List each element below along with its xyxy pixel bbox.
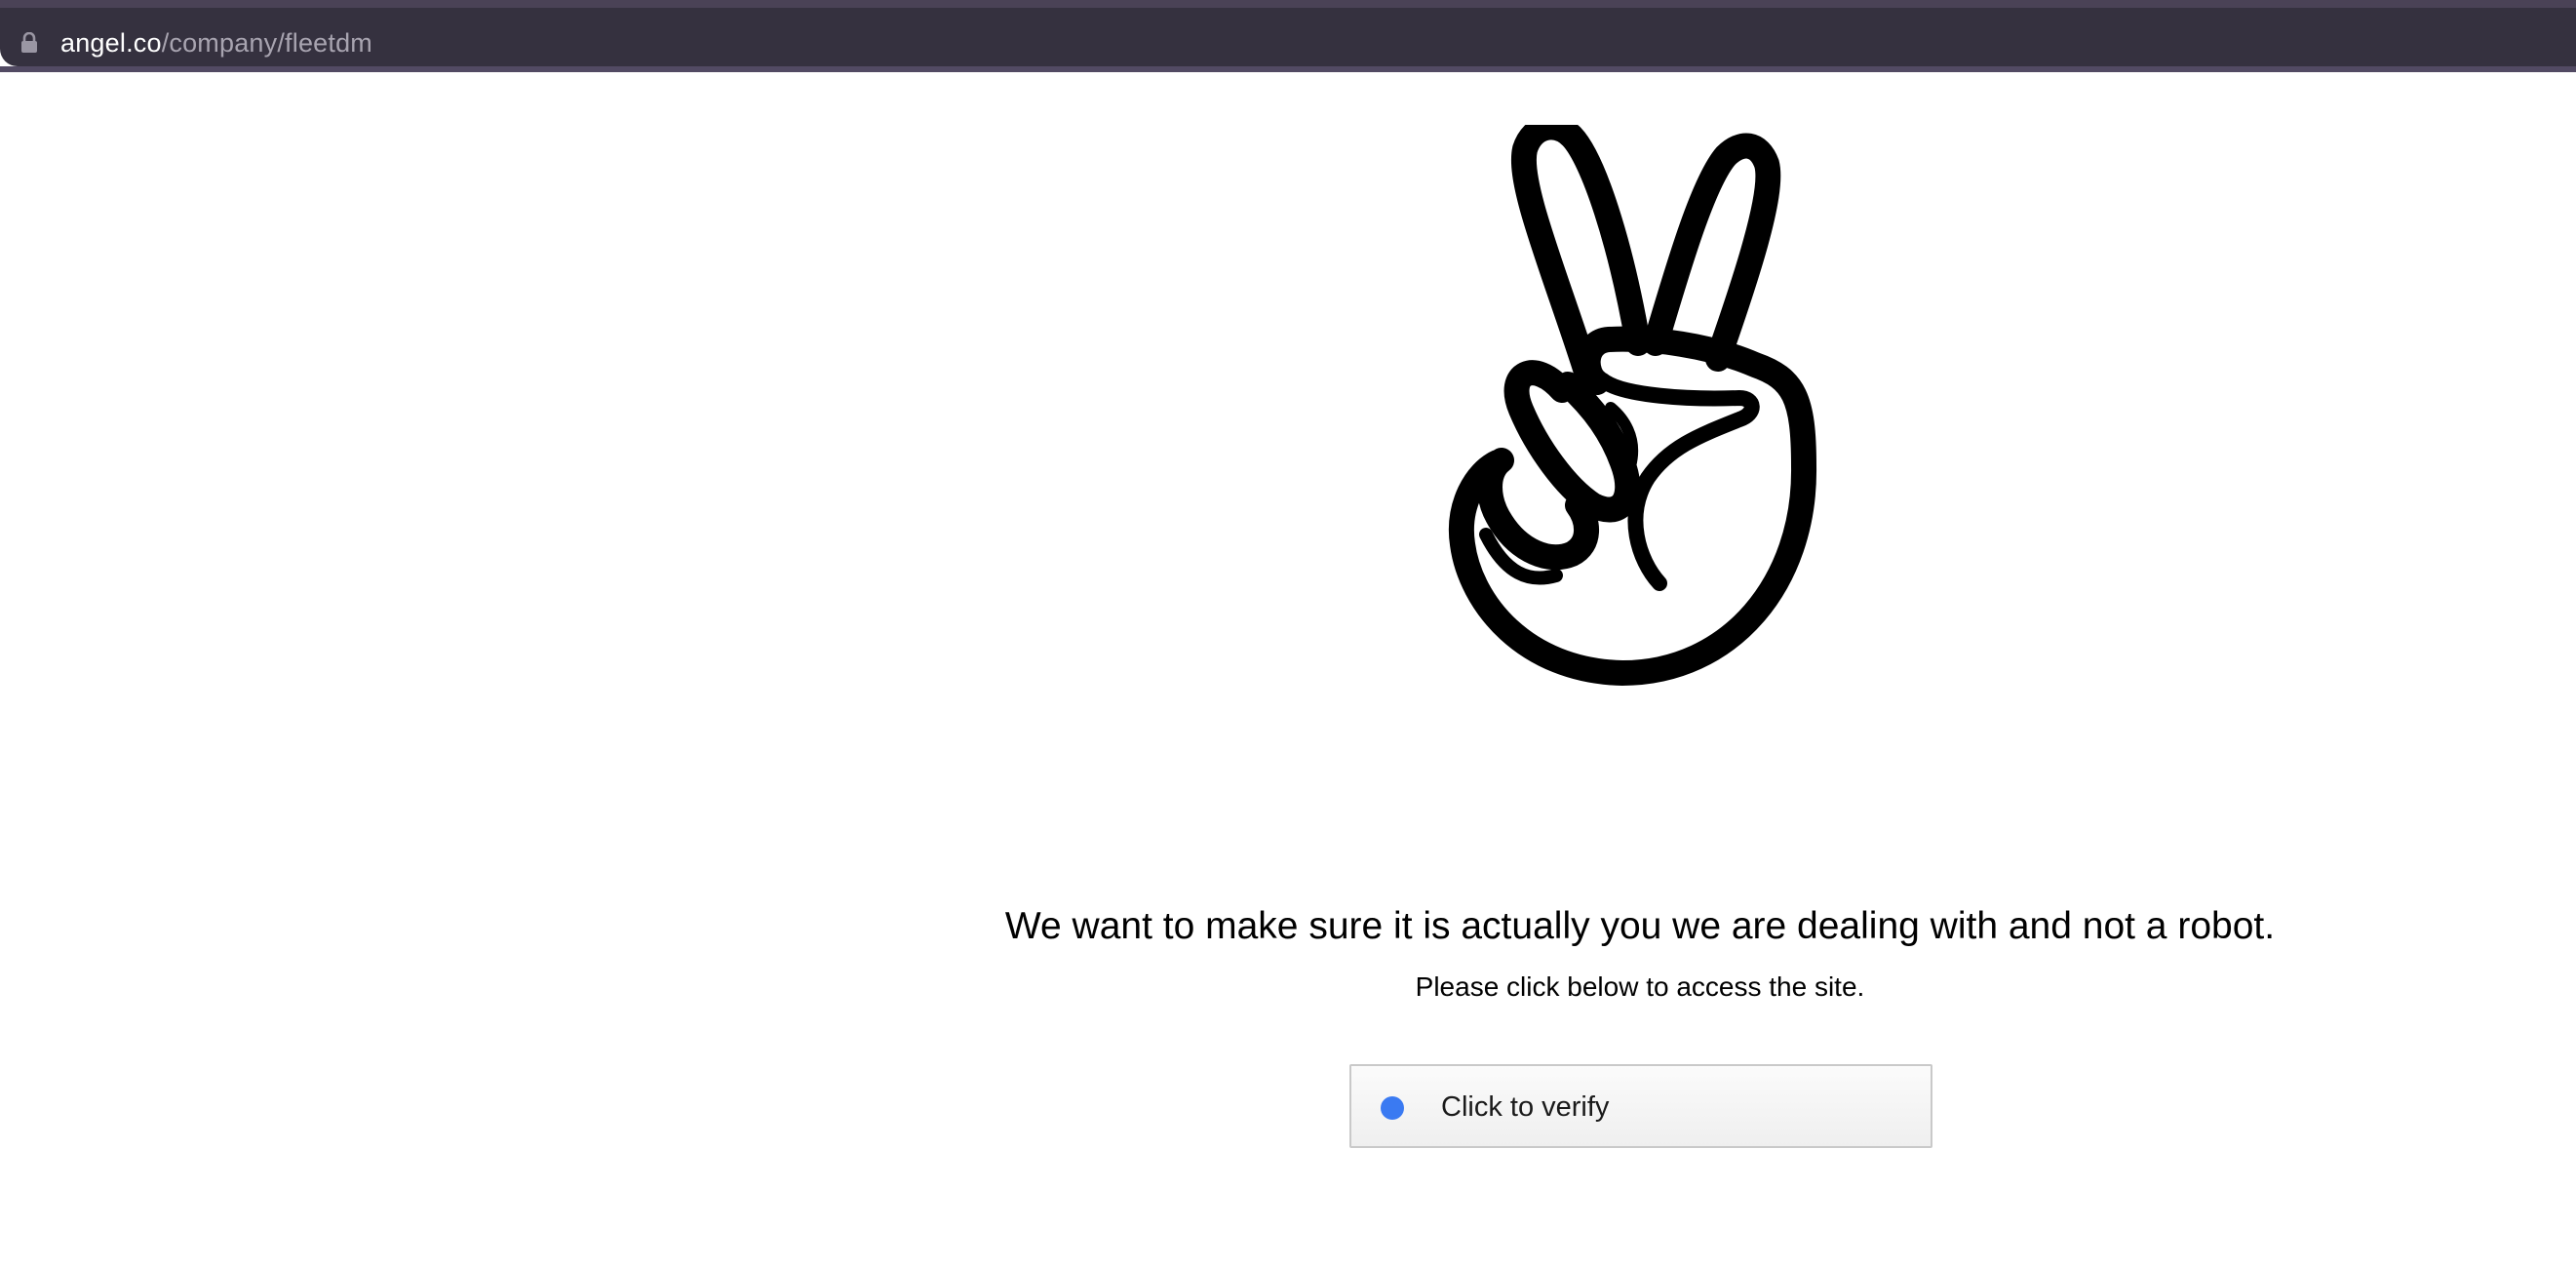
window-top-strip: [0, 0, 2576, 8]
url-host: angel.co: [60, 28, 162, 58]
lock-icon: [21, 32, 37, 53]
verification-headline: We want to make sure it is actually you …: [1004, 905, 2276, 947]
verification-subtext: Please click below to access the site.: [1415, 971, 1865, 1002]
url-path: /company/fleetdm: [161, 28, 372, 58]
address-bar[interactable]: angel.co/company/fleetdm: [0, 8, 2576, 66]
peace-hand-logo: [1448, 125, 1817, 686]
verify-status-dot-icon: [1381, 1096, 1404, 1120]
click-to-verify-button[interactable]: Click to verify: [1349, 1064, 1932, 1148]
verify-button-label: Click to verify: [1441, 1091, 1610, 1123]
address-bar-edge: [0, 66, 2576, 72]
url-text[interactable]: angel.co/company/fleetdm: [60, 24, 372, 61]
